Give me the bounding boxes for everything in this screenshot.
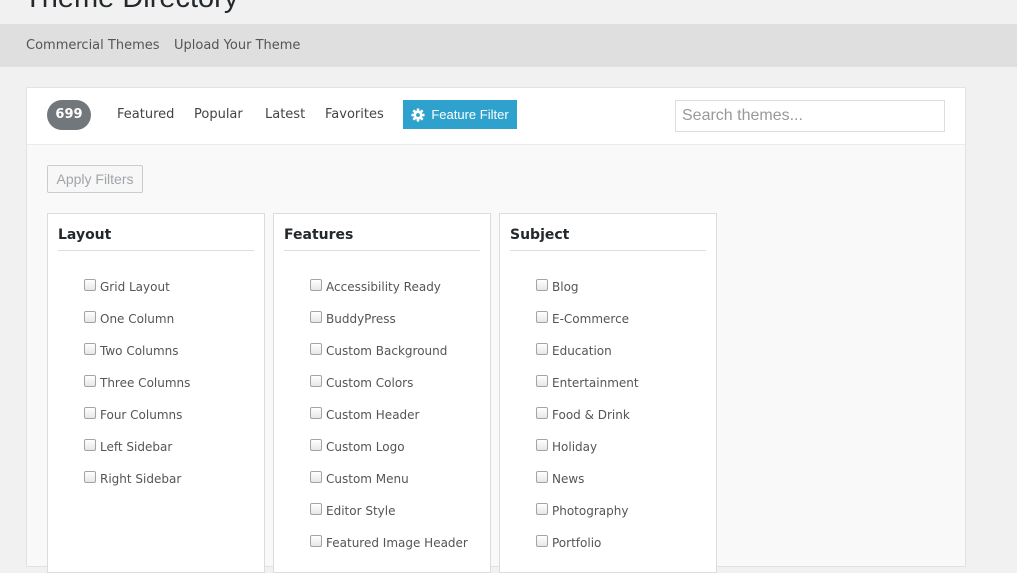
search-input[interactable]	[675, 100, 945, 132]
checkbox[interactable]	[536, 311, 548, 323]
gear-icon	[411, 107, 425, 122]
subnav-upload-theme[interactable]: Upload Your Theme	[174, 38, 300, 53]
checkbox[interactable]	[84, 375, 96, 387]
checkbox[interactable]	[536, 375, 548, 387]
checkbox[interactable]	[84, 279, 96, 291]
subnav-commercial-themes[interactable]: Commercial Themes	[26, 38, 160, 53]
checkbox[interactable]	[536, 407, 548, 419]
filter-favorites-link[interactable]: Favorites	[325, 107, 384, 122]
checkbox[interactable]	[536, 439, 548, 451]
checkbox[interactable]	[84, 343, 96, 355]
checkbox[interactable]	[536, 503, 548, 515]
checkbox[interactable]	[536, 279, 548, 291]
filter-option[interactable]: Custom Menu	[310, 470, 409, 488]
filter-option[interactable]: Entertainment	[536, 374, 639, 392]
checkbox[interactable]	[536, 471, 548, 483]
filter-option[interactable]: Two Columns	[84, 342, 179, 360]
checkbox[interactable]	[84, 407, 96, 419]
filter-option[interactable]: Four Columns	[84, 406, 182, 424]
filter-option[interactable]: Education	[536, 342, 612, 360]
checkbox[interactable]	[310, 439, 322, 451]
checkbox[interactable]	[310, 407, 322, 419]
theme-filter-panel: 699 Featured Popular Latest Favorites Fe…	[26, 87, 966, 573]
feature-filter-button[interactable]: Feature Filter	[403, 100, 517, 129]
checkbox[interactable]	[84, 311, 96, 323]
filter-option[interactable]: Holiday	[536, 438, 597, 456]
group-title: Subject	[510, 227, 706, 251]
group-title: Features	[284, 227, 480, 251]
filter-option[interactable]: Custom Background	[310, 342, 447, 360]
filter-option[interactable]: Portfolio	[536, 534, 601, 552]
filter-option[interactable]: Custom Colors	[310, 374, 413, 392]
filter-option[interactable]: Editor Style	[310, 502, 395, 520]
filter-option[interactable]: Blog	[536, 278, 579, 296]
filter-group-subject: Subject Blog E-Commerce Education Entert…	[499, 213, 717, 573]
checkbox[interactable]	[310, 535, 322, 547]
filter-option[interactable]: BuddyPress	[310, 310, 396, 328]
filter-featured-link[interactable]: Featured	[117, 107, 174, 122]
checkbox[interactable]	[310, 503, 322, 515]
filter-group-features: Features Accessibility Ready BuddyPress …	[273, 213, 491, 573]
checkbox[interactable]	[310, 471, 322, 483]
checkbox[interactable]	[310, 375, 322, 387]
filter-option[interactable]: Accessibility Ready	[310, 278, 441, 296]
checkbox[interactable]	[310, 279, 322, 291]
page-title: Theme Directory	[24, 0, 238, 16]
filter-option[interactable]: E-Commerce	[536, 310, 629, 328]
filter-option[interactable]: Custom Logo	[310, 438, 405, 456]
checkbox[interactable]	[310, 343, 322, 355]
filter-bar: 699 Featured Popular Latest Favorites Fe…	[27, 88, 965, 145]
filter-popular-link[interactable]: Popular	[194, 107, 243, 122]
page-header: Theme Directory	[0, 0, 1017, 24]
filter-group-layout: Layout Grid Layout One Column Two Column…	[47, 213, 265, 573]
subnav: Commercial Themes Upload Your Theme	[0, 24, 1017, 67]
filter-option[interactable]: Photography	[536, 502, 628, 520]
group-title: Layout	[58, 227, 254, 251]
filter-latest-link[interactable]: Latest	[265, 107, 305, 122]
filter-option[interactable]: Food & Drink	[536, 406, 630, 424]
apply-filters-button[interactable]: Apply Filters	[47, 165, 143, 193]
filter-option[interactable]: Custom Header	[310, 406, 419, 424]
feature-filter-label: Feature Filter	[431, 107, 509, 122]
theme-count-badge: 699	[47, 100, 91, 130]
checkbox[interactable]	[536, 343, 548, 355]
filter-option[interactable]: Right Sidebar	[84, 470, 181, 488]
filter-option[interactable]: Featured Image Header	[310, 534, 468, 552]
filter-option[interactable]: Three Columns	[84, 374, 190, 392]
filter-option[interactable]: One Column	[84, 310, 174, 328]
filter-option[interactable]: News	[536, 470, 584, 488]
checkbox[interactable]	[84, 471, 96, 483]
filter-option[interactable]: Grid Layout	[84, 278, 170, 296]
filter-option[interactable]: Left Sidebar	[84, 438, 172, 456]
checkbox[interactable]	[84, 439, 96, 451]
checkbox[interactable]	[310, 311, 322, 323]
checkbox[interactable]	[536, 535, 548, 547]
